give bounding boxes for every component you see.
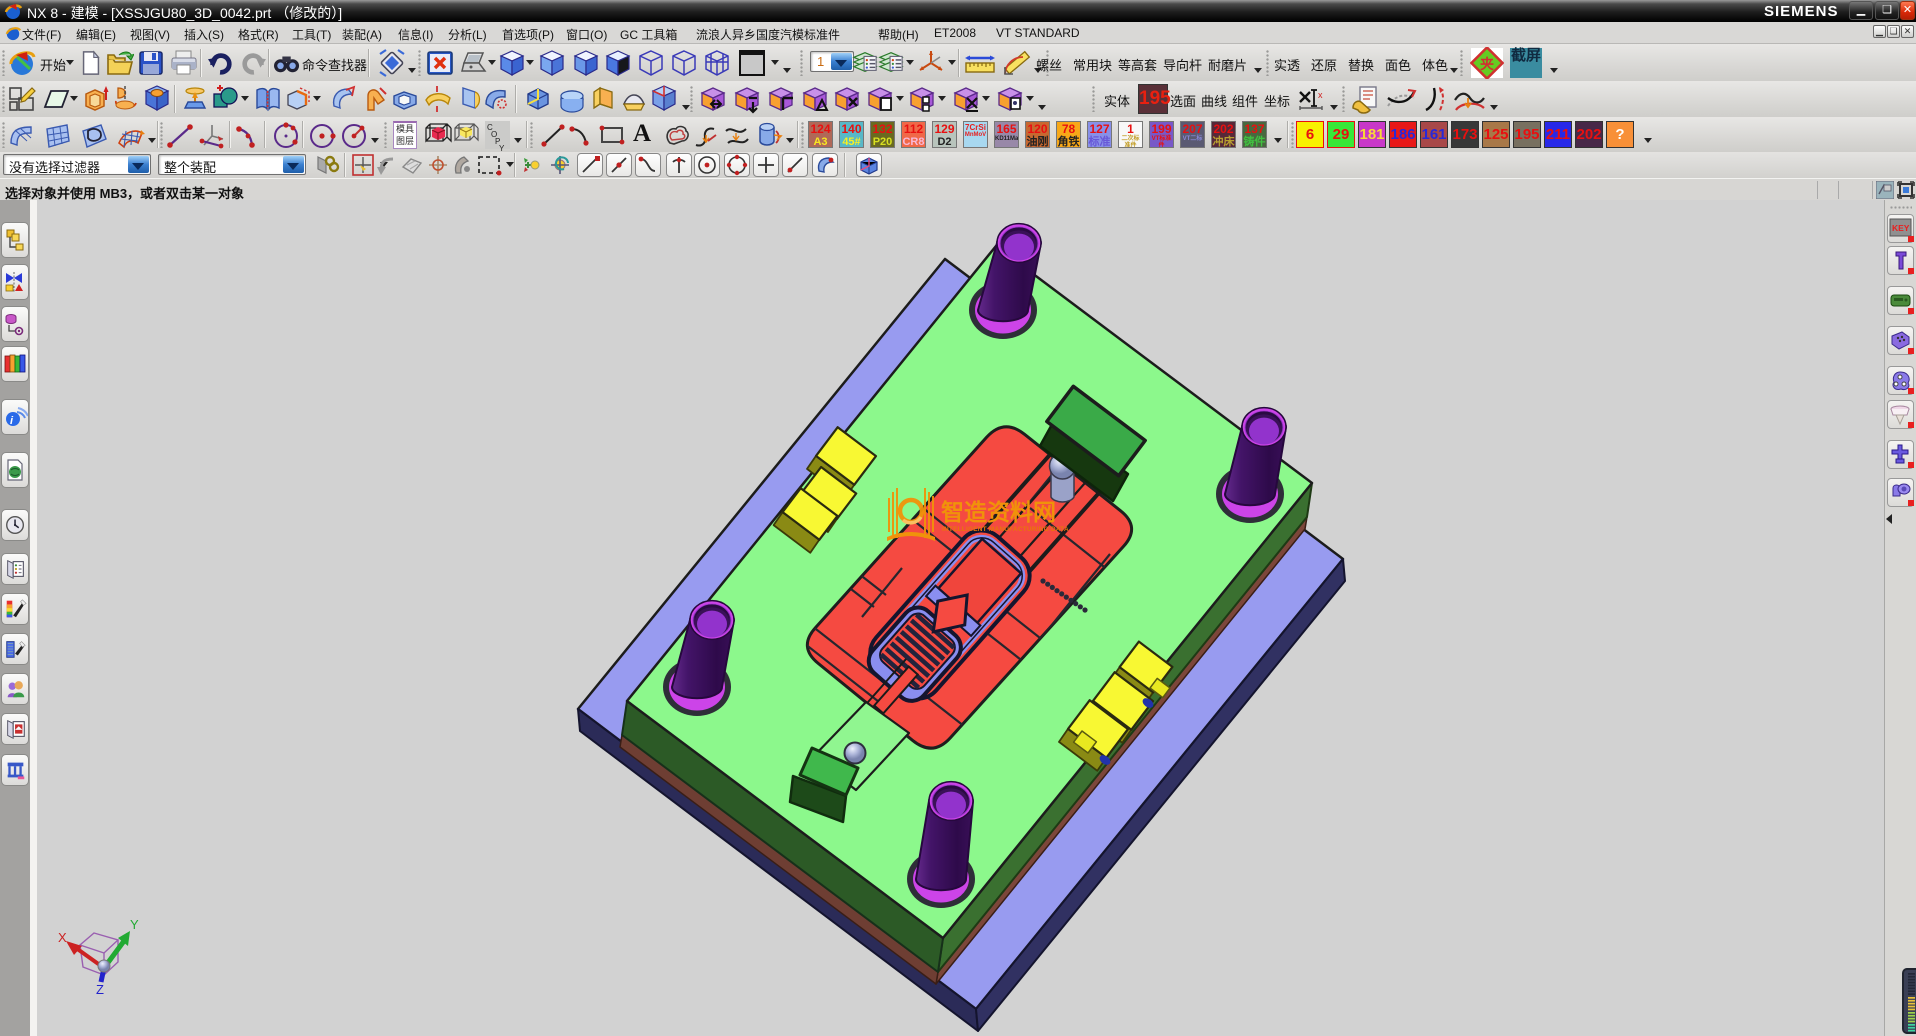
svg-text:KEY: KEY (1892, 223, 1910, 233)
svg-text:智造资料网: 智造资料网 (941, 499, 1056, 525)
svg-text:INTELLIGENT MANUFACTURING DATA: INTELLIGENT MANUFACTURING DATA (942, 526, 1069, 533)
svg-text:夹: 夹 (1480, 56, 1494, 72)
svg-text:Z: Z (96, 982, 104, 997)
svg-text:Y: Y (130, 917, 139, 932)
svg-text:x: x (1318, 90, 1323, 100)
svg-text:X: X (58, 930, 67, 945)
